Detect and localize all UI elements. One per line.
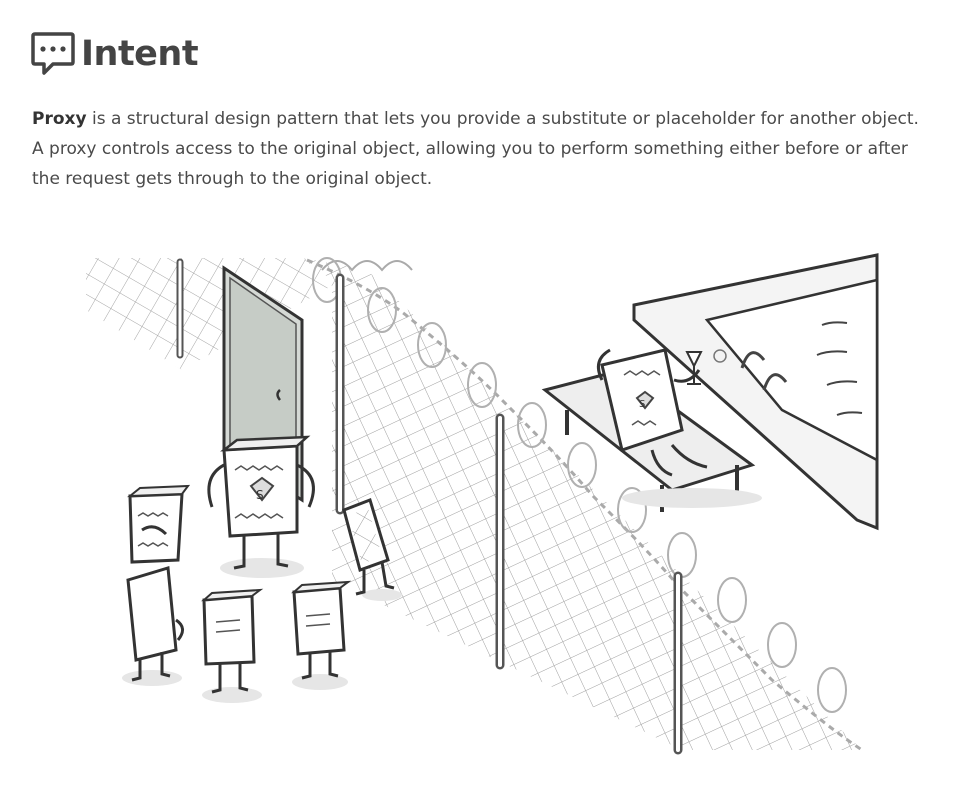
character-right-bottom (291, 580, 352, 690)
svg-text:S: S (256, 488, 264, 502)
section-header: Intent (31, 29, 199, 79)
section-title: Intent (81, 33, 199, 74)
back-fence (86, 258, 342, 370)
speech-bubble-icon (31, 32, 75, 75)
pattern-name: Proxy (32, 109, 87, 129)
svg-text:S: S (639, 399, 645, 410)
character-left-bottom (122, 566, 184, 686)
intent-paragraph: Proxy is a structural design pattern tha… (32, 104, 932, 194)
character-left-top (127, 484, 191, 564)
character-hub: S (207, 435, 315, 570)
character-center-bottom (201, 588, 264, 703)
intent-description: is a structural design pattern that lets… (32, 109, 919, 189)
proxy-illustration: S S (86, 253, 879, 755)
